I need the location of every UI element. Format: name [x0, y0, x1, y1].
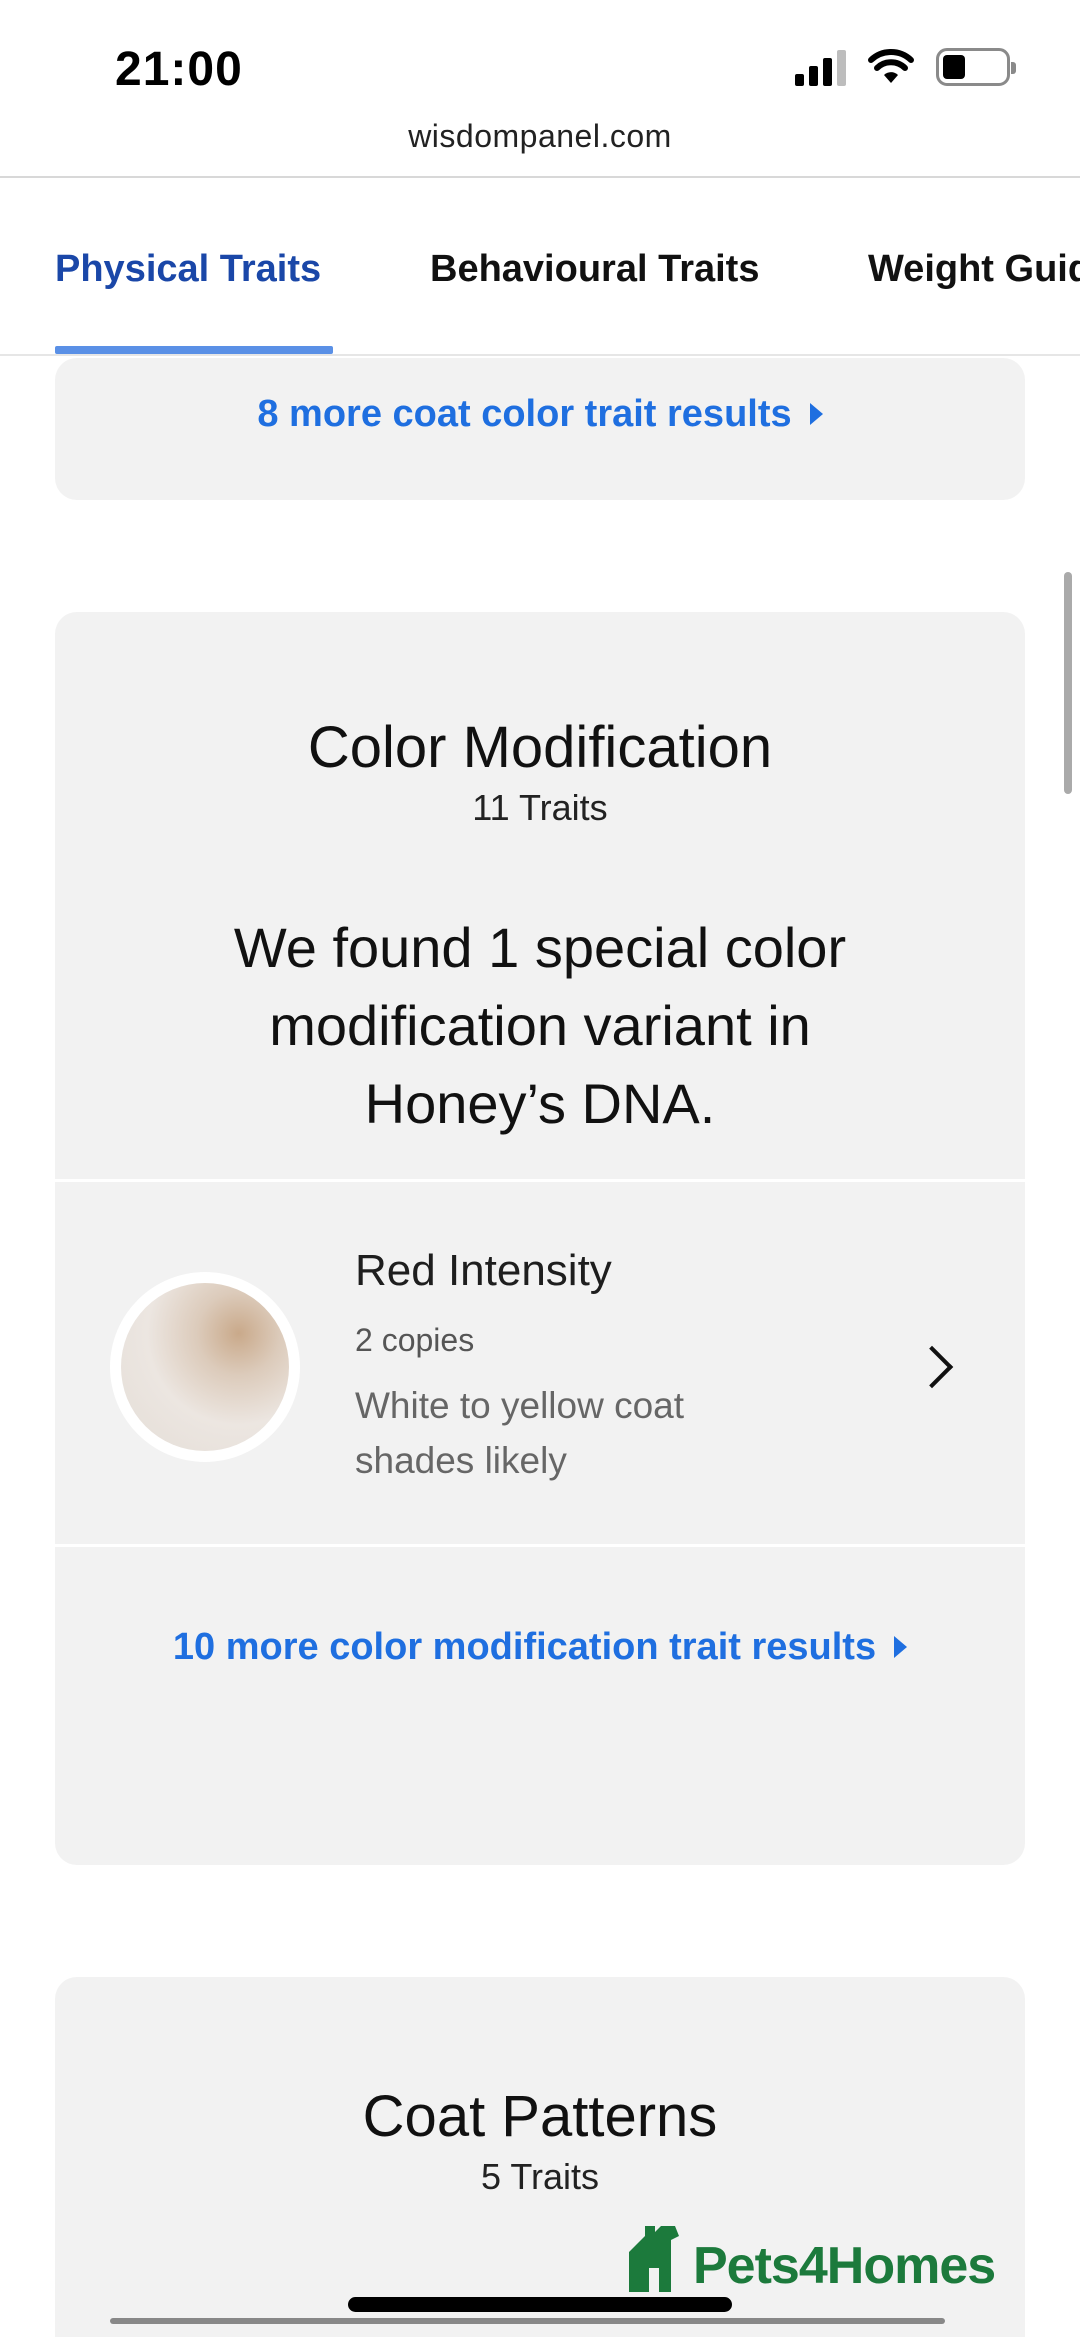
pets4homes-logo: Pets4Homes [625, 2222, 996, 2295]
more-coat-color-link[interactable]: 8 more coat color trait results [55, 358, 1025, 470]
trait-thumbnail [110, 1272, 300, 1462]
tab-physical-traits[interactable]: Physical Traits [55, 248, 321, 291]
wifi-icon [868, 49, 914, 83]
coat-color-card: 8 more coat color trait results [55, 358, 1025, 500]
home-indicator[interactable] [348, 2297, 732, 2312]
active-tab-indicator [55, 346, 333, 354]
tab-behavioural-traits[interactable]: Behavioural Traits [430, 248, 759, 291]
chevron-right-icon[interactable] [910, 1345, 954, 1389]
card-subtitle: 11 Traits [472, 787, 608, 828]
trait-copies: 2 copies [355, 1322, 475, 1358]
more-coat-color-link-label: 8 more coat color trait results [257, 392, 792, 435]
trait-row-red-intensity[interactable]: Red Intensity 2 copies White to yellow c… [55, 1182, 1025, 1544]
variant-summary: We found 1 special color modification va… [233, 916, 847, 1135]
card-title: Color Modification [307, 715, 773, 780]
bottom-bar-line [110, 2318, 945, 2324]
battery-icon [936, 48, 1016, 86]
status-time: 21:00 [115, 43, 243, 96]
caret-right-icon [894, 1636, 908, 1658]
more-color-modification-link-label: 10 more color modification trait results [172, 1625, 877, 1668]
trait-tabs: Physical Traits Behavioural Traits Weigh… [0, 176, 1080, 356]
status-bar: 21:00 wisdompanel.com [0, 0, 1080, 154]
status-icons [795, 48, 1016, 86]
color-modification-card: Color Modification 11 Traits We found 1 … [55, 612, 1025, 1865]
caret-right-icon [809, 403, 823, 425]
scrollbar[interactable] [1064, 572, 1072, 794]
trait-description: White to yellow coat shades likely [355, 1385, 685, 1481]
browser-url[interactable]: wisdompanel.com [0, 118, 1080, 155]
pets4homes-logo-text: Pets4Homes [693, 2237, 996, 2295]
cellular-signal-icon [795, 48, 846, 86]
pets4homes-logo-icon [629, 2226, 679, 2292]
more-color-modification-link[interactable]: 10 more color modification trait results [55, 1547, 1025, 1747]
trait-name: Red Intensity [355, 1246, 612, 1295]
card-title: Coat Patterns [362, 2084, 718, 2149]
tab-weight-guide[interactable]: Weight Guide [868, 248, 1080, 291]
card-subtitle: 5 Traits [480, 2156, 600, 2197]
